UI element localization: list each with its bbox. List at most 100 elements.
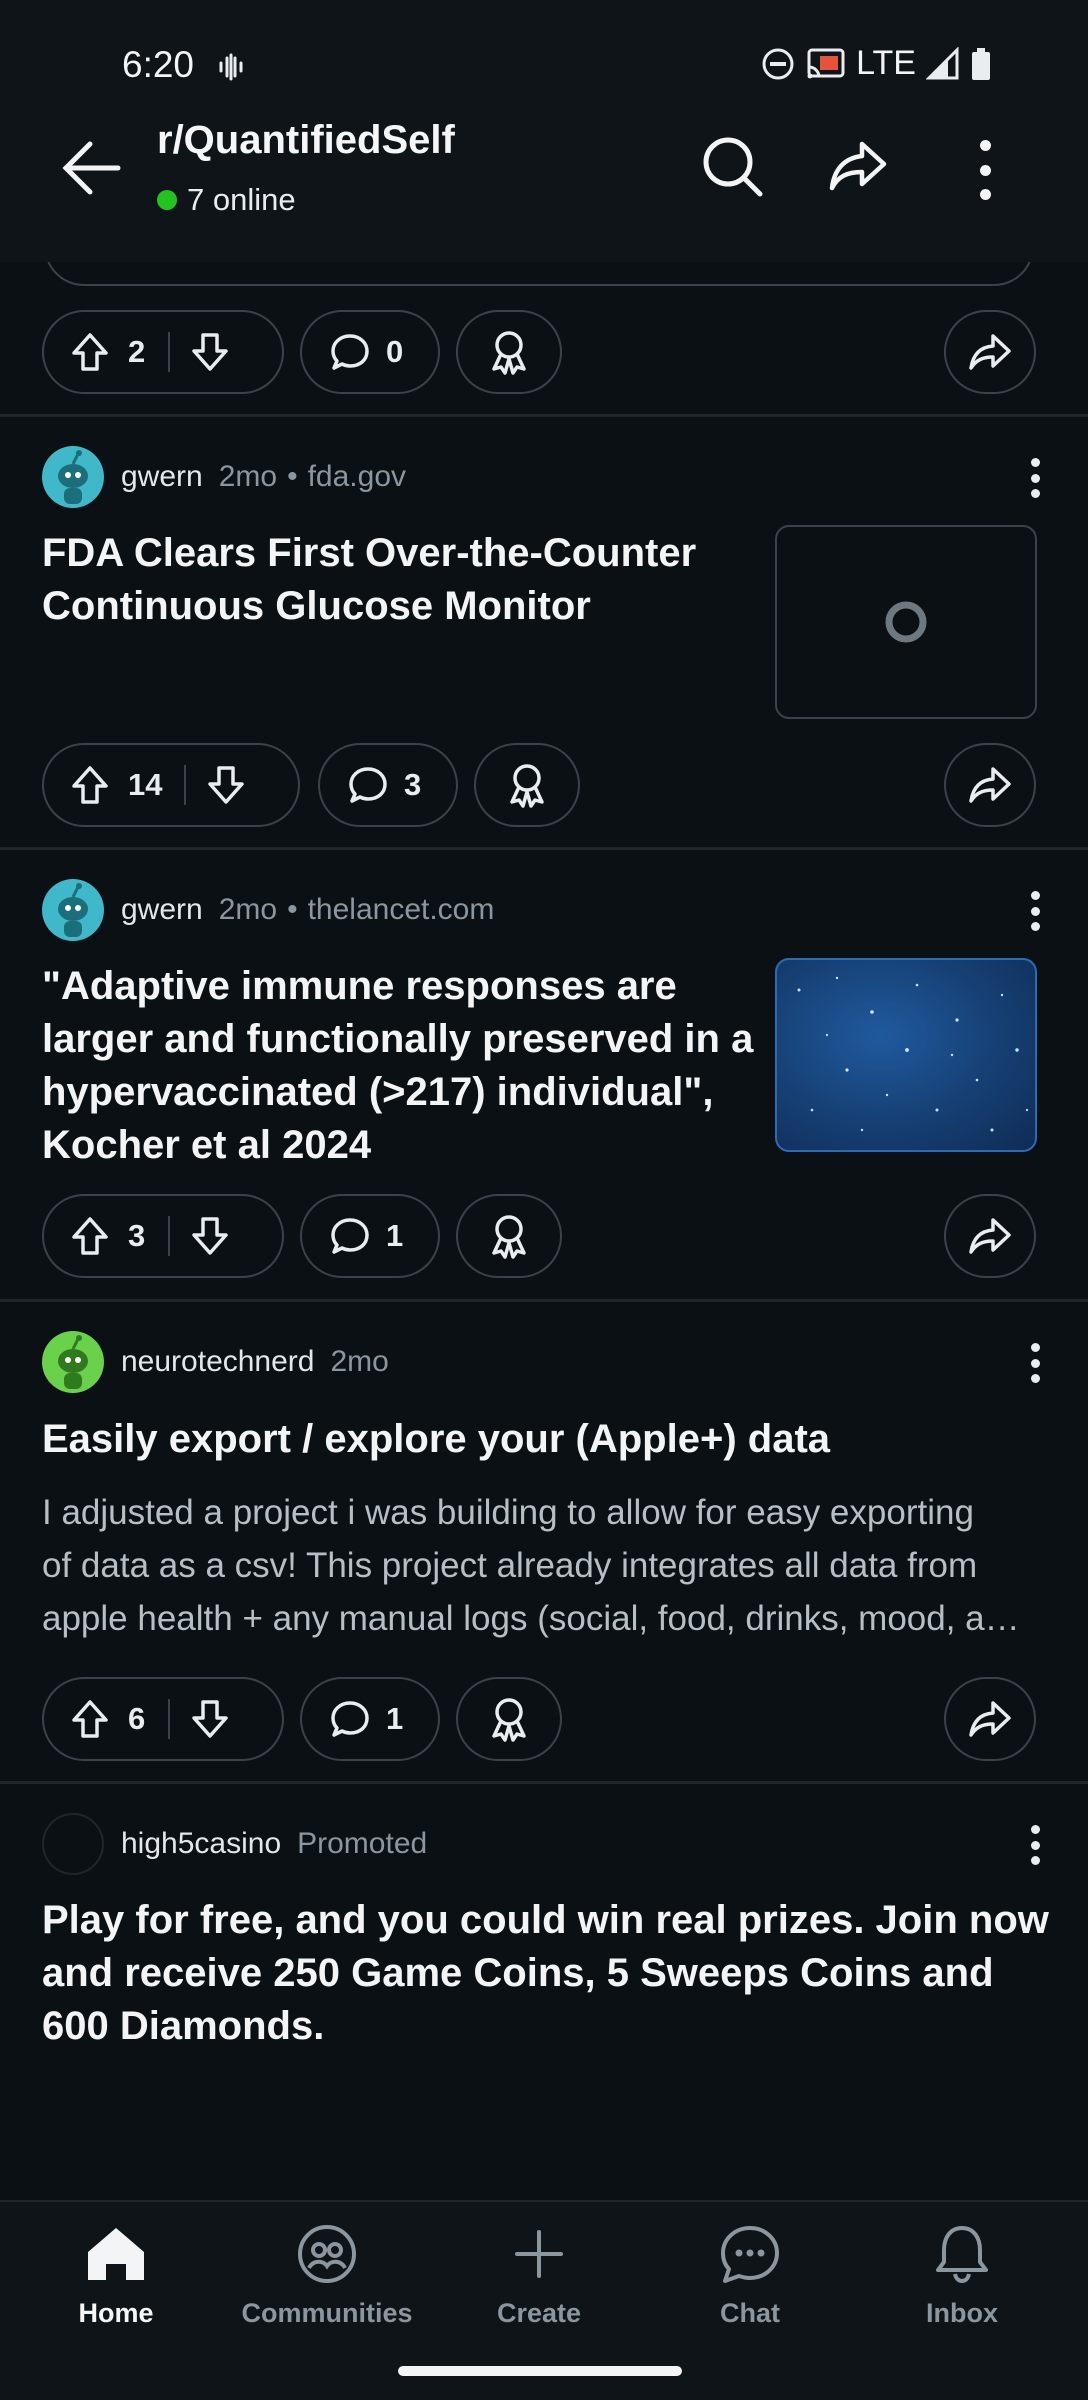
nav-label: Create	[496, 2298, 582, 2328]
post-more-button[interactable]	[1020, 448, 1050, 508]
title-line: FDA Clears First Over-the-Counter	[42, 531, 697, 575]
online-count: 7 online	[157, 182, 296, 218]
post-meta: gwern 2mo • fda.gov	[42, 446, 406, 508]
meta-separator: •	[287, 460, 298, 493]
upvote-count: 14	[128, 767, 163, 802]
share-icon	[967, 765, 1013, 805]
post-title[interactable]: "Adaptive immune responses are larger an…	[42, 960, 753, 1172]
status-icons: LTE	[760, 44, 992, 83]
more-options-button[interactable]	[970, 140, 1000, 200]
post-more-button[interactable]	[1020, 881, 1050, 941]
vote-bar: 2	[42, 310, 284, 394]
post-domain[interactable]: fda.gov	[308, 460, 406, 494]
post-divider	[0, 1781, 1088, 1784]
post-title[interactable]: Play for free, and you could win real pr…	[42, 1894, 1049, 2053]
share-icon	[967, 332, 1013, 372]
title-line: Kocher et al 2024	[42, 1123, 372, 1167]
meta-separator: •	[287, 893, 298, 926]
share-button[interactable]	[944, 1677, 1036, 1761]
post-author[interactable]: gwern	[121, 893, 203, 927]
body-line: apple health + any manual logs (social, …	[42, 1599, 1020, 1638]
cast-icon	[806, 47, 846, 81]
avatar[interactable]	[42, 1813, 104, 1875]
award-icon	[487, 1213, 531, 1259]
share-button[interactable]	[944, 743, 1036, 827]
battery-icon	[970, 47, 992, 81]
post-divider	[0, 414, 1088, 417]
downvote-icon[interactable]	[190, 331, 230, 373]
award-button[interactable]	[456, 1194, 562, 1278]
share-button[interactable]	[944, 1194, 1036, 1278]
post-author[interactable]: gwern	[121, 460, 203, 494]
downvote-icon[interactable]	[190, 1215, 230, 1257]
title-line: "Adaptive immune responses are	[42, 964, 677, 1008]
comments-button[interactable]: 1	[300, 1194, 440, 1278]
nav-chat[interactable]: Chat	[660, 2224, 840, 2329]
downvote-icon[interactable]	[206, 764, 246, 806]
award-icon	[487, 329, 531, 375]
comments-button[interactable]: 3	[318, 743, 458, 827]
avatar[interactable]	[42, 1331, 104, 1393]
post-author[interactable]: high5casino	[121, 1827, 281, 1861]
nav-label: Inbox	[926, 2298, 998, 2328]
upvote-icon[interactable]	[70, 1215, 110, 1257]
comments-button[interactable]: 0	[300, 310, 440, 394]
upvote-count: 2	[128, 334, 146, 369]
search-button[interactable]	[700, 134, 766, 200]
bell-icon	[930, 2224, 994, 2284]
post-divider	[0, 847, 1088, 850]
vote-divider	[184, 765, 186, 805]
post-title[interactable]: FDA Clears First Over-the-Counter Contin…	[42, 527, 696, 633]
promoted-label: Promoted	[297, 1827, 428, 1860]
upvote-icon[interactable]	[70, 1698, 110, 1740]
app-header: 6:20 LTE r/QuantifiedSelf 7 online	[0, 0, 1088, 262]
home-indicator[interactable]	[398, 2366, 682, 2376]
award-button[interactable]	[474, 743, 580, 827]
upvote-count: 6	[128, 1701, 146, 1736]
upvote-icon[interactable]	[70, 331, 110, 373]
post-meta: high5casino Promoted	[42, 1813, 427, 1875]
downvote-icon[interactable]	[190, 1698, 230, 1740]
post-age: 2mo	[330, 1345, 389, 1378]
nav-communities[interactable]: Communities	[237, 2224, 417, 2329]
vibrate-icon	[216, 52, 246, 82]
avatar[interactable]	[42, 879, 104, 941]
comment-count: 0	[386, 334, 404, 369]
post-more-button[interactable]	[1020, 1333, 1050, 1393]
status-time: 6:20	[122, 44, 195, 85]
share-button[interactable]	[944, 310, 1036, 394]
signal-icon	[926, 46, 960, 81]
post-title[interactable]: Easily export / explore your (Apple+) da…	[42, 1413, 830, 1466]
body-line: of data as a csv! This project already i…	[42, 1546, 978, 1585]
post-author[interactable]: neurotechnerd	[121, 1345, 314, 1379]
subreddit-title[interactable]: r/QuantifiedSelf	[157, 118, 455, 163]
body-line: I adjusted a project i was building to a…	[42, 1493, 974, 1532]
comment-count: 1	[386, 1701, 404, 1736]
post-more-button[interactable]	[1020, 1815, 1050, 1875]
comment-icon	[330, 1699, 370, 1739]
comments-button[interactable]: 1	[300, 1677, 440, 1761]
nav-inbox[interactable]: Inbox	[872, 2224, 1052, 2329]
back-button[interactable]	[60, 136, 124, 200]
post-thumbnail[interactable]	[775, 525, 1037, 719]
post-divider	[0, 1299, 1088, 1302]
award-icon	[505, 762, 549, 808]
nav-create[interactable]: Create	[449, 2224, 629, 2329]
chat-icon	[718, 2224, 782, 2284]
dnd-icon	[760, 46, 796, 82]
title-line: 600 Diamonds.	[42, 2004, 325, 2048]
share-header-button[interactable]	[826, 138, 890, 194]
award-button[interactable]	[456, 1677, 562, 1761]
post-thumbnail[interactable]	[775, 958, 1037, 1152]
vote-bar: 3	[42, 1194, 284, 1278]
vote-divider	[168, 1699, 170, 1739]
title-line: hypervaccinated (>217) individual",	[42, 1070, 714, 1114]
post-body[interactable]: I adjusted a project i was building to a…	[42, 1486, 1047, 1645]
avatar[interactable]	[42, 446, 104, 508]
award-button[interactable]	[456, 310, 562, 394]
post-domain[interactable]: thelancet.com	[308, 893, 495, 927]
upvote-icon[interactable]	[70, 764, 110, 806]
comment-icon	[330, 332, 370, 372]
post-meta: gwern 2mo • thelancet.com	[42, 879, 494, 941]
nav-home[interactable]: Home	[26, 2224, 206, 2329]
